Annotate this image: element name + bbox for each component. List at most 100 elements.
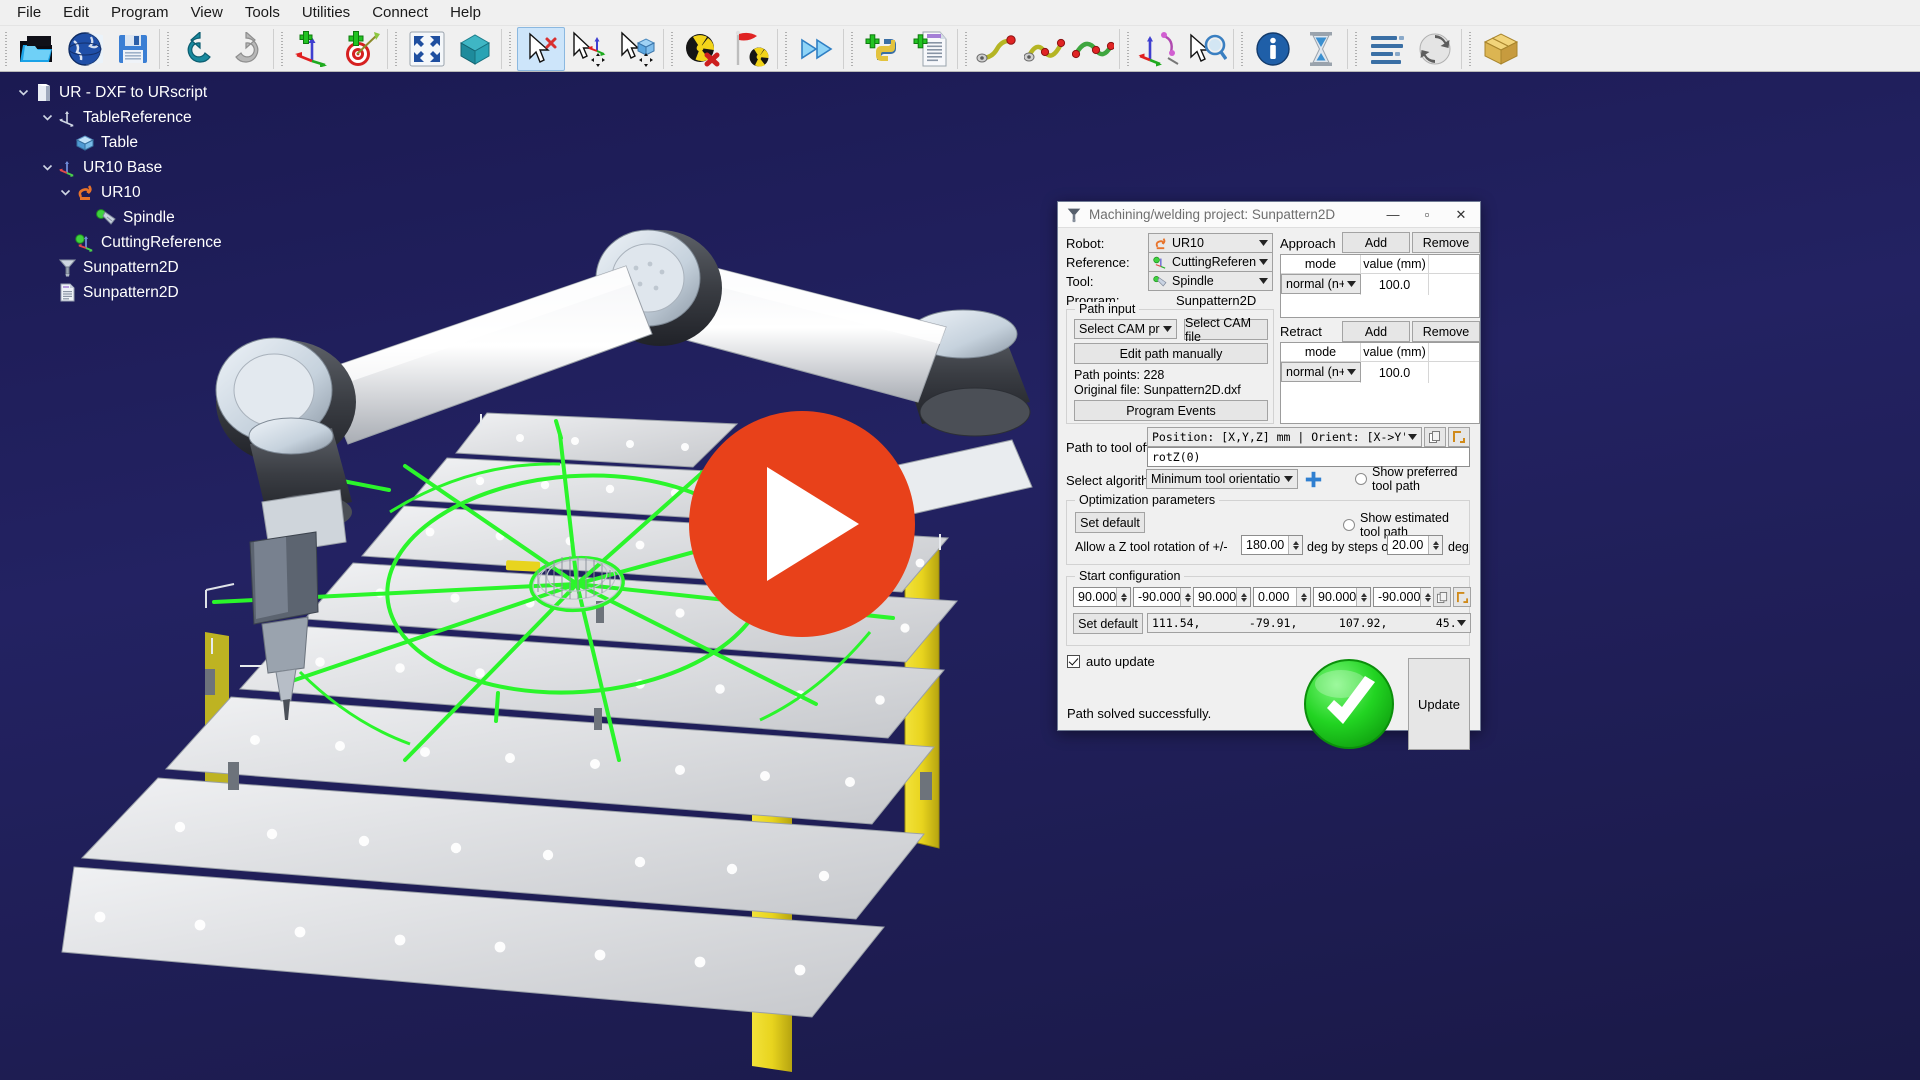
reference-select[interactable]: CuttingReference	[1148, 252, 1273, 272]
toolbar-grip[interactable]	[393, 31, 400, 66]
tree-item-ur10[interactable]: UR10	[0, 180, 300, 205]
start-config-copy-button[interactable]	[1433, 587, 1451, 607]
chevron-down-icon[interactable]	[1160, 326, 1174, 332]
optimization-set-default-button[interactable]: Set default	[1075, 512, 1145, 533]
toolbar-grip[interactable]	[783, 31, 790, 66]
chevron-down-icon[interactable]	[14, 84, 32, 102]
toolbar-grip[interactable]	[849, 31, 856, 66]
z-rotation-input[interactable]: 180.00	[1241, 535, 1303, 555]
toolbar-grip[interactable]	[165, 31, 172, 66]
tree-item-cuttingreference[interactable]: CuttingReference	[0, 230, 300, 255]
undo-icon[interactable]	[175, 27, 223, 71]
menu-item-help[interactable]: Help	[439, 1, 492, 24]
chevron-down-icon[interactable]	[1256, 240, 1270, 246]
plus-icon[interactable]	[1303, 469, 1323, 489]
toolbar-grip[interactable]	[279, 31, 286, 66]
redo-icon[interactable]	[223, 27, 271, 71]
open-online-library-icon[interactable]	[61, 27, 109, 71]
program-list-icon[interactable]	[1363, 27, 1411, 71]
menu-item-program[interactable]: Program	[100, 1, 180, 24]
spinner-buttons[interactable]	[1288, 536, 1302, 554]
fast-simulation-icon[interactable]	[793, 27, 841, 71]
retract-value-cell[interactable]: 100.0	[1361, 362, 1429, 383]
chevron-down-icon[interactable]	[1256, 259, 1270, 265]
joint-4-input[interactable]: 0.000	[1253, 587, 1311, 607]
program-events-button[interactable]: Program Events	[1074, 400, 1268, 421]
station-tree[interactable]: UR - DXF to URscript TableReference Tabl…	[0, 72, 300, 305]
approach-mode-select[interactable]: normal (n+)	[1281, 274, 1361, 294]
isometric-view-icon[interactable]	[451, 27, 499, 71]
approach-add-button[interactable]: Add	[1342, 232, 1410, 253]
joint-5-input[interactable]: 90.000	[1313, 587, 1371, 607]
chevron-down-icon[interactable]	[1405, 434, 1419, 440]
rotation-step-input[interactable]: 20.00	[1387, 535, 1443, 555]
minimize-button[interactable]: —	[1376, 203, 1410, 227]
tool-select[interactable]: Spindle	[1148, 271, 1273, 291]
move-object-cursor-icon[interactable]	[613, 27, 661, 71]
spinner-buttons[interactable]	[1116, 588, 1131, 606]
dialog-title-bar[interactable]: Machining/welding project: Sunpattern2D …	[1058, 202, 1480, 228]
chevron-down-icon[interactable]	[38, 159, 56, 177]
start-config-set-default-button[interactable]: Set default	[1073, 613, 1143, 634]
approach-table[interactable]: mode value (mm) normal (n+) 100.0	[1280, 254, 1480, 318]
tree-item-program[interactable]: Sunpattern2D	[0, 280, 300, 305]
add-reference-frame-icon[interactable]	[289, 27, 337, 71]
spinner-buttons[interactable]	[1296, 588, 1310, 606]
algorithm-select[interactable]: Minimum tool orientation change	[1146, 469, 1298, 489]
tool-offset-copy-button[interactable]	[1424, 427, 1446, 447]
joint-1-input[interactable]: 90.000	[1073, 587, 1131, 607]
chevron-down-icon[interactable]	[1344, 281, 1358, 287]
spinner-buttons[interactable]	[1428, 536, 1442, 554]
chevron-down-icon[interactable]	[38, 109, 56, 127]
approach-table-row[interactable]: normal (n+) 100.0	[1281, 274, 1479, 295]
toolbar-grip[interactable]	[1467, 31, 1474, 66]
close-button[interactable]: ✕	[1444, 203, 1478, 227]
curve-follow-project-icon[interactable]	[973, 27, 1021, 71]
menu-item-edit[interactable]: Edit	[52, 1, 100, 24]
menu-item-file[interactable]: File	[6, 1, 52, 24]
start-config-readout-select[interactable]: 111.54, -79.91, 107.92, 45.43, 54.17,	[1147, 613, 1471, 633]
chevron-down-icon[interactable]	[1256, 278, 1270, 284]
select-cam-program-combo[interactable]: Select CAM program	[1074, 319, 1177, 339]
chevron-down-icon[interactable]	[1344, 369, 1358, 375]
point-follow-project-icon[interactable]	[1021, 27, 1069, 71]
joint-3-input[interactable]: 90.000	[1193, 587, 1251, 607]
tree-item-spindle[interactable]: Spindle	[0, 205, 300, 230]
package-export-icon[interactable]	[1477, 27, 1525, 71]
toolbar-grip[interactable]	[507, 31, 514, 66]
chevron-down-icon[interactable]	[1281, 476, 1295, 482]
start-config-pick-button[interactable]	[1453, 587, 1471, 607]
toolbar-grip[interactable]	[1239, 31, 1246, 66]
tree-item-ur10-base[interactable]: UR10 Base	[0, 155, 300, 180]
measure-icon[interactable]	[1183, 27, 1231, 71]
tool-offset-format-select[interactable]: Position: [X,Y,Z] mm | Orient: [X->Y'->Z…	[1147, 427, 1422, 447]
machining-project-icon[interactable]	[1069, 27, 1117, 71]
retract-mode-select[interactable]: normal (n+)	[1281, 362, 1361, 382]
approach-remove-button[interactable]: Remove	[1412, 232, 1480, 253]
approach-value-cell[interactable]: 100.0	[1361, 274, 1429, 295]
select-cam-file-button[interactable]: Select CAM file	[1184, 316, 1268, 344]
menu-item-view[interactable]: View	[180, 1, 234, 24]
license-hourglass-icon[interactable]	[1297, 27, 1345, 71]
add-python-program-icon[interactable]	[859, 27, 907, 71]
open-station-icon[interactable]	[13, 27, 61, 71]
retract-table[interactable]: mode value (mm) normal (n+) 100.0	[1280, 342, 1480, 424]
tree-item-table[interactable]: Table	[0, 130, 300, 155]
add-program-icon[interactable]	[907, 27, 955, 71]
toolbar-grip[interactable]	[1125, 31, 1132, 66]
joint-6-input[interactable]: -90.000	[1373, 587, 1435, 607]
move-reference-cursor-icon[interactable]	[565, 27, 613, 71]
toolbar-grip[interactable]	[963, 31, 970, 66]
synchronize-icon[interactable]	[1411, 27, 1459, 71]
show-preferred-tool-path-radio[interactable]: Show preferred tool path	[1350, 465, 1470, 493]
robot-calibration-icon[interactable]	[1135, 27, 1183, 71]
machining-project-dialog[interactable]: Machining/welding project: Sunpattern2D …	[1057, 201, 1481, 750]
update-button[interactable]: Update	[1408, 658, 1470, 750]
retract-table-row[interactable]: normal (n+) 100.0	[1281, 362, 1479, 383]
fit-all-icon[interactable]	[403, 27, 451, 71]
retract-add-button[interactable]: Add	[1342, 321, 1410, 342]
tool-offset-pick-button[interactable]	[1448, 427, 1470, 447]
select-cursor-icon[interactable]	[517, 26, 565, 71]
retract-remove-button[interactable]: Remove	[1412, 321, 1480, 342]
collision-map-icon[interactable]	[727, 27, 775, 71]
